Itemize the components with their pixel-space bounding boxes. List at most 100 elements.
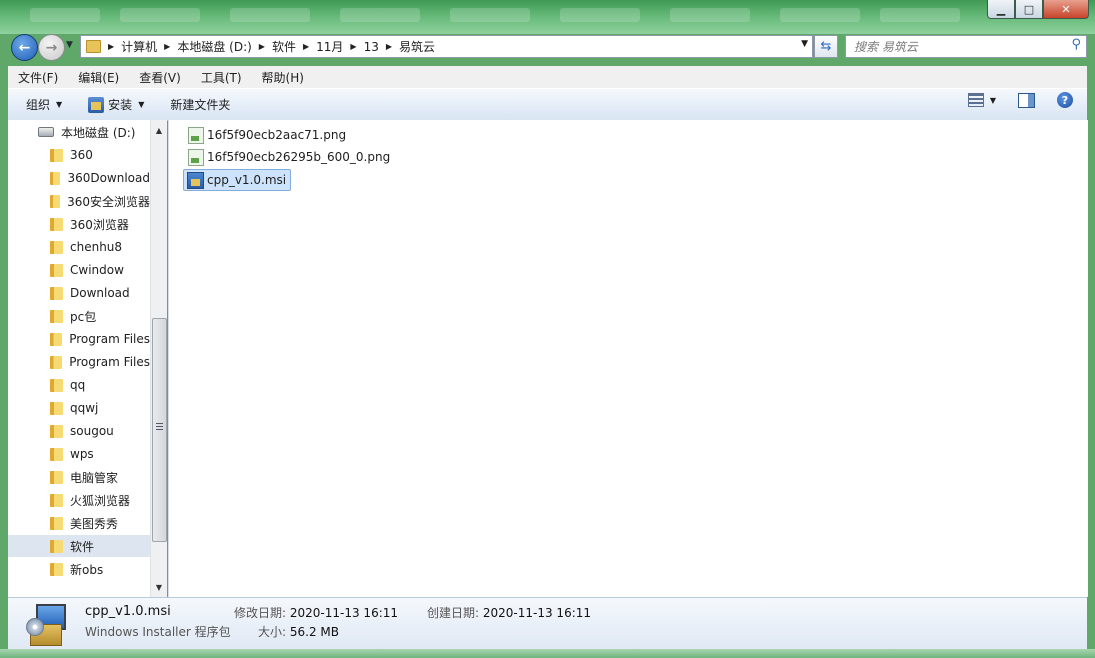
command-toolbar: 组织 ▼ 安装 ▼ 新建文件夹 ▼ ? xyxy=(8,88,1087,121)
new-folder-button[interactable]: 新建文件夹 xyxy=(162,93,238,117)
address-dropdown-icon[interactable]: ▼ xyxy=(801,39,808,49)
breadcrumb-drive[interactable]: 本地磁盘 (D:) xyxy=(177,38,251,55)
chevron-right-icon[interactable]: ▶ xyxy=(350,42,356,51)
chevron-right-icon[interactable]: ▶ xyxy=(259,42,265,51)
menu-view[interactable]: 查看(V) xyxy=(129,69,191,86)
file-item[interactable]: cpp_v1.0.msi xyxy=(183,169,292,191)
chevron-down-icon[interactable]: ▼ xyxy=(990,96,996,105)
preview-pane-icon[interactable] xyxy=(1018,92,1035,108)
nav-item-label: Program Files xyxy=(69,355,150,369)
back-button[interactable]: ← xyxy=(11,34,38,61)
window-bottom-frame xyxy=(0,649,1095,658)
recent-pages-dropdown[interactable]: ▼ xyxy=(66,40,73,50)
nav-item-folder[interactable]: 电脑管家 xyxy=(8,466,150,488)
size-label: 大小: xyxy=(258,625,287,639)
search-icon[interactable]: ⚲ xyxy=(1071,37,1081,52)
nav-item-folder[interactable]: Program Files xyxy=(8,351,150,373)
folder-icon xyxy=(50,516,63,530)
file-name: cpp_v1.0.msi xyxy=(207,173,287,187)
nav-item-folder[interactable]: sougou xyxy=(8,420,150,442)
change-view-icon[interactable] xyxy=(967,93,984,107)
nav-item-folder[interactable]: qqwj xyxy=(8,397,150,419)
maximize-button[interactable]: □ xyxy=(1015,0,1043,19)
nav-item-folder[interactable]: wps xyxy=(8,443,150,465)
install-button[interactable]: 安装 ▼ xyxy=(80,93,152,117)
nav-item-folder[interactable]: pc包 xyxy=(8,305,150,327)
nav-item-label: qqwj xyxy=(70,401,99,415)
chevron-down-icon: ▼ xyxy=(56,100,63,109)
background-blur xyxy=(780,8,860,22)
folder-icon xyxy=(50,539,63,553)
search-input[interactable]: 搜索 易筑云 ⚲ xyxy=(845,35,1087,58)
chevron-right-icon[interactable]: ▶ xyxy=(108,42,114,51)
menu-help[interactable]: 帮助(H) xyxy=(252,69,314,86)
folder-icon xyxy=(50,332,63,346)
menu-edit[interactable]: 编辑(E) xyxy=(68,69,129,86)
nav-item-label: wps xyxy=(70,447,94,461)
minimize-button[interactable]: ▁ xyxy=(987,0,1015,19)
scrollbar-thumb[interactable] xyxy=(152,318,167,542)
nav-item-label: pc包 xyxy=(70,309,97,324)
install-label: 安装 xyxy=(108,98,133,112)
grip-icon xyxy=(156,423,163,430)
address-bar[interactable]: ▶ 计算机 ▶ 本地磁盘 (D:) ▶ 软件 ▶ 11月 ▶ 13 ▶ 易筑云 … xyxy=(80,35,813,58)
nav-item-label: Download xyxy=(70,286,130,300)
close-button[interactable]: ✕ xyxy=(1043,0,1089,19)
menu-tools[interactable]: 工具(T) xyxy=(191,69,252,86)
breadcrumb-software[interactable]: 软件 xyxy=(272,38,296,55)
menu-file[interactable]: 文件(F) xyxy=(8,69,68,86)
window-controls: ▁ □ ✕ xyxy=(987,0,1089,19)
chevron-right-icon[interactable]: ▶ xyxy=(303,42,309,51)
breadcrumb-november[interactable]: 11月 xyxy=(316,38,343,55)
background-blur xyxy=(560,8,640,22)
nav-item-folder[interactable]: 360浏览器 xyxy=(8,213,150,235)
navigation-scrollbar[interactable]: ▲ ▼ xyxy=(150,120,167,597)
nav-item-folder[interactable]: Download xyxy=(8,282,150,304)
folder-icon xyxy=(50,171,61,185)
chevron-down-icon: ▼ xyxy=(138,100,145,109)
nav-item-folder[interactable]: 360Download xyxy=(8,167,150,189)
scroll-down-icon[interactable]: ▼ xyxy=(151,579,167,595)
nav-item-folder[interactable]: Program Files xyxy=(8,328,150,350)
nav-item-folder[interactable]: 360 xyxy=(8,144,150,166)
breadcrumb-current[interactable]: 易筑云 xyxy=(399,38,435,55)
scroll-up-icon[interactable]: ▲ xyxy=(151,122,167,138)
search-placeholder: 搜索 易筑云 xyxy=(854,40,918,54)
created-label: 创建日期: xyxy=(427,606,480,620)
png-file-icon xyxy=(188,126,204,144)
file-item[interactable]: 16f5f90ecb2aac71.png xyxy=(185,125,350,145)
nav-item-folder[interactable]: 新obs xyxy=(8,558,150,580)
nav-item-label: Cwindow xyxy=(70,263,124,277)
file-list[interactable]: 16f5f90ecb2aac71.png 16f5f90ecb26295b_600… xyxy=(168,120,1088,597)
nav-item-folder[interactable]: 软件 xyxy=(8,535,150,557)
menu-bar: 文件(F) 编辑(E) 查看(V) 工具(T) 帮助(H) xyxy=(8,66,1087,88)
nav-item-label: sougou xyxy=(70,424,114,438)
background-blur xyxy=(120,8,200,22)
organize-button[interactable]: 组织 ▼ xyxy=(18,93,70,117)
refresh-button[interactable]: ⇆ xyxy=(814,35,838,58)
navigation-pane: 本地磁盘 (D:) 360 360Download 360安全浏览器 360浏览器 ch… xyxy=(8,120,150,597)
help-icon[interactable]: ? xyxy=(1057,92,1073,108)
folder-icon xyxy=(50,562,63,576)
nav-item-folder[interactable]: 火狐浏览器 xyxy=(8,489,150,511)
nav-item-label: 360Download xyxy=(67,171,150,185)
nav-item-label: 火狐浏览器 xyxy=(70,493,131,508)
modified-value: 2020-11-13 16:11 xyxy=(289,606,399,620)
forward-button[interactable]: → xyxy=(38,34,65,61)
nav-item-folder[interactable]: 美图秀秀 xyxy=(8,512,150,534)
nav-item-folder[interactable]: Cwindow xyxy=(8,259,150,281)
nav-item-drive-d[interactable]: 本地磁盘 (D:) xyxy=(8,121,150,143)
breadcrumb-13[interactable]: 13 xyxy=(364,40,379,54)
chevron-right-icon[interactable]: ▶ xyxy=(164,42,170,51)
organize-label: 组织 xyxy=(26,98,51,112)
nav-item-folder[interactable]: 360安全浏览器 xyxy=(8,190,150,212)
folder-icon xyxy=(50,309,63,323)
window-title-bar[interactable]: ▁ □ ✕ xyxy=(0,0,1095,34)
nav-item-folder[interactable]: qq xyxy=(8,374,150,396)
file-item[interactable]: 16f5f90ecb26295b_600_0.png xyxy=(185,147,394,167)
breadcrumb-computer[interactable]: 计算机 xyxy=(121,38,157,55)
nav-item-folder[interactable]: chenhu8 xyxy=(8,236,150,258)
nav-item-label: 360浏览器 xyxy=(70,217,129,232)
nav-item-label: 新obs xyxy=(70,562,104,577)
chevron-right-icon[interactable]: ▶ xyxy=(386,42,392,51)
